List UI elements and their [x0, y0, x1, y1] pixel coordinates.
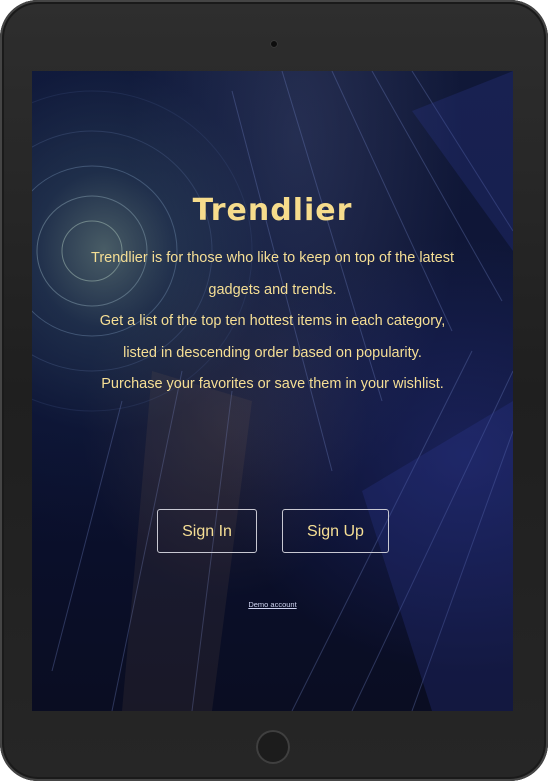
description-line: Trendlier is for those who like to keep …: [91, 250, 454, 266]
description-line: Purchase your favorites or save them in …: [101, 376, 444, 392]
app-title: Trendlier: [192, 193, 353, 228]
description-line: Get a list of the top ten hottest items …: [99, 313, 446, 329]
sign-up-button[interactable]: Sign Up: [282, 509, 389, 553]
app-description: Trendlier is for those who like to keep …: [52, 243, 493, 401]
sign-in-button[interactable]: Sign In: [157, 509, 257, 553]
description-line: gadgets and trends.: [208, 281, 337, 298]
app-screen: Trendlier Trendlier is for those who lik…: [32, 71, 513, 711]
camera-icon: [270, 40, 278, 48]
description-line: listed in descending order based on popu…: [123, 344, 422, 361]
home-button[interactable]: [256, 730, 290, 764]
tablet-frame: Trendlier Trendlier is for those who lik…: [0, 0, 548, 781]
demo-account-link[interactable]: Demo account: [32, 600, 513, 609]
